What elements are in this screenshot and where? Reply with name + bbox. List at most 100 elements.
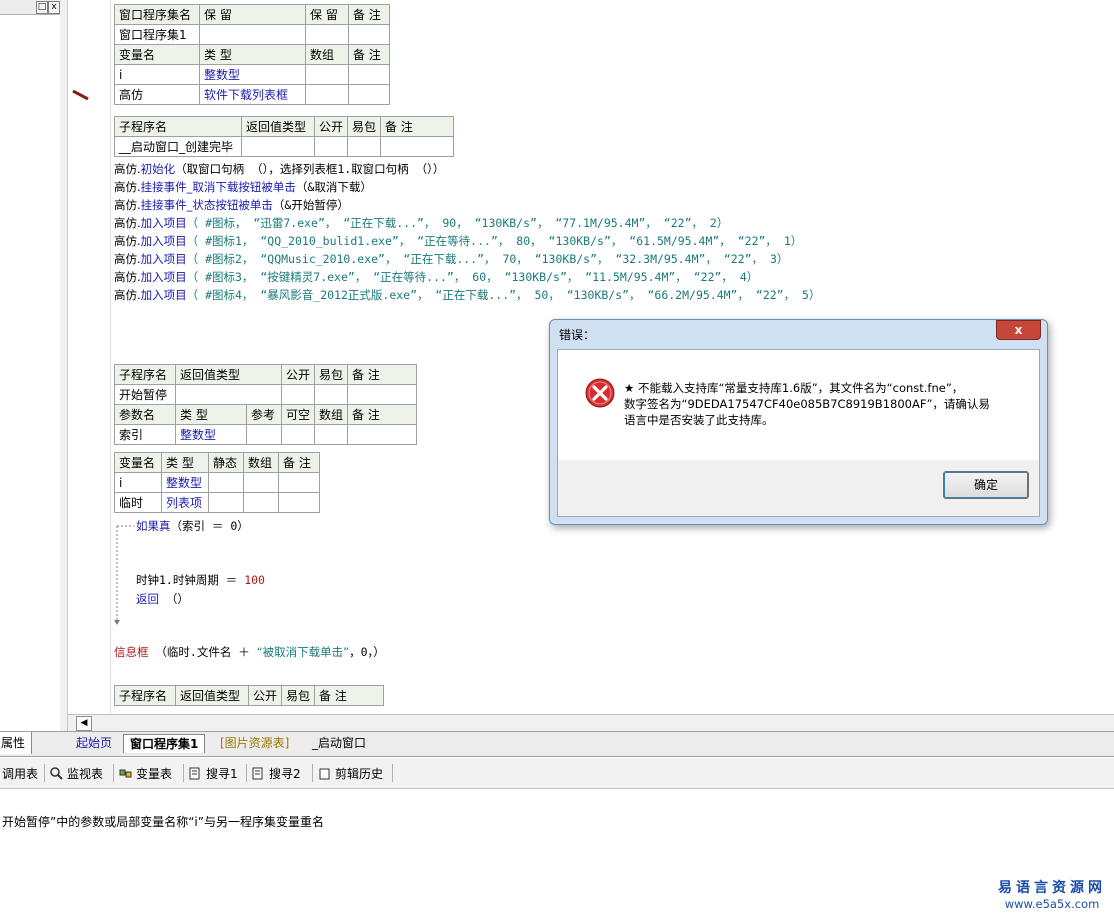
- code-args: （索引 ＝ 0）: [170, 519, 249, 533]
- variables-icon: [119, 769, 132, 778]
- header-cell: 公开: [280, 364, 316, 385]
- table-cell[interactable]: [175, 384, 282, 405]
- table-cell[interactable]: [347, 384, 418, 405]
- code-line[interactable]: 高仿.挂接事件_状态按钮被单击（&开始暂停）: [114, 197, 349, 213]
- table-cell[interactable]: [314, 424, 349, 445]
- error-icon: [585, 378, 615, 408]
- table-cell[interactable]: [348, 84, 390, 105]
- type-cell[interactable]: 软件下载列表框: [199, 84, 306, 105]
- table-cell[interactable]: [280, 384, 316, 405]
- code-args: （&开始暂停）: [272, 198, 349, 212]
- table-cell[interactable]: [243, 472, 279, 493]
- editor-gutter: [68, 0, 111, 714]
- code-line[interactable]: 高仿.加入项目（ #图标3， “按键精灵7.exe”， “正在等待...”， 6…: [114, 269, 758, 285]
- clip-history-button[interactable]: 剪辑历史: [318, 765, 383, 783]
- table-cell[interactable]: [246, 424, 282, 445]
- header-cell: 参数名: [114, 404, 176, 425]
- bottom-toolbar: 调用表 监视表 变量表 搜寻1 搜寻2 剪辑历史: [0, 758, 1114, 789]
- type-cell[interactable]: 整数型: [175, 424, 247, 445]
- table-cell[interactable]: [347, 136, 382, 157]
- table-cell[interactable]: [314, 384, 349, 405]
- table-cell[interactable]: [280, 424, 316, 445]
- code-args: （&取消下载）: [295, 180, 372, 194]
- call-table-button[interactable]: 调用表: [2, 765, 38, 783]
- tab-properties[interactable]: 属性: [0, 732, 32, 754]
- left-panel-scrollbar[interactable]: [60, 0, 68, 734]
- table-cell[interactable]: [305, 24, 349, 45]
- code-line[interactable]: 返回 （）: [136, 591, 189, 607]
- scroll-left-button[interactable]: ◀: [76, 716, 92, 731]
- code-method: 挂接事件_取消下载按钮被单击: [140, 180, 296, 194]
- var-table-button[interactable]: 变量表: [119, 765, 172, 783]
- search2-button[interactable]: 搜寻2: [252, 765, 301, 783]
- table-cell[interactable]: 高仿: [114, 84, 200, 105]
- type-cell[interactable]: 列表项: [161, 492, 209, 513]
- table-cell[interactable]: 临时: [114, 492, 162, 513]
- header-cell: 参考: [246, 404, 282, 425]
- ok-button[interactable]: 确定: [943, 471, 1029, 499]
- subroutine-name-cell[interactable]: __启动窗口_创建完毕: [114, 136, 242, 157]
- table-cell[interactable]: [348, 24, 390, 45]
- table-cell[interactable]: [243, 492, 279, 513]
- clipboard-icon: [319, 768, 330, 780]
- type-cell[interactable]: 整数型: [199, 64, 306, 85]
- header-cell: 静态: [208, 452, 244, 473]
- dialog-close-button[interactable]: x: [996, 320, 1041, 340]
- close-panel-button[interactable]: x: [48, 1, 60, 14]
- tab-image-resources[interactable]: [图片资源表]: [214, 734, 295, 752]
- dialog-message-line: 数字签名为“9DEDA17547CF40e085B7C8919B1800AF”，…: [624, 397, 990, 411]
- code-line[interactable]: 信息框 （临时.文件名 ＋ “被取消下载单击”，0，）: [114, 644, 385, 660]
- code-line[interactable]: 高仿.初始化（取窗口句柄 （），选择列表框1.取窗口句柄 （））: [114, 161, 444, 177]
- tab-start-page[interactable]: 起始页: [70, 734, 118, 752]
- table-cell[interactable]: [199, 24, 306, 45]
- header-cell: 窗口程序集名: [114, 4, 200, 25]
- table-cell[interactable]: [208, 492, 244, 513]
- left-panel-header: □ x: [0, 0, 60, 15]
- code-line[interactable]: 高仿.挂接事件_取消下载按钮被单击（&取消下载）: [114, 179, 372, 195]
- table-cell[interactable]: [208, 472, 244, 493]
- table-cell[interactable]: [278, 492, 320, 513]
- table-cell[interactable]: [305, 84, 349, 105]
- code-line[interactable]: 如果真（索引 ＝ 0）: [136, 518, 249, 534]
- code-args: （临时.文件名 ＋: [148, 645, 257, 659]
- header-cell: 类 型: [199, 44, 306, 65]
- search1-button[interactable]: 搜寻1: [189, 765, 238, 783]
- header-cell: 返回值类型: [175, 685, 249, 706]
- table-cell[interactable]: [348, 64, 390, 85]
- assembly-name-cell[interactable]: 窗口程序集1: [114, 24, 200, 45]
- header-cell: 备 注: [347, 364, 418, 385]
- code-line[interactable]: 高仿.加入项目（ #图标1， “QQ_2010_bulid1.exe”， “正在…: [114, 233, 802, 249]
- code-line[interactable]: 高仿.加入项目（ #图标4， “暴风影音_2012正式版.exe”， “正在下载…: [114, 287, 820, 303]
- table-cell[interactable]: [241, 136, 315, 157]
- header-cell: 易包: [281, 685, 316, 706]
- header-cell: 子程序名: [114, 364, 176, 385]
- table-cell[interactable]: i: [114, 64, 200, 85]
- horizontal-scrollbar[interactable]: ◀: [68, 714, 1114, 731]
- table-cell[interactable]: [278, 472, 320, 493]
- code-line[interactable]: 高仿.加入项目（ #图标， “迅雷7.exe”， “正在下载...”， 90， …: [114, 215, 728, 231]
- table-cell[interactable]: [347, 424, 418, 445]
- tab-startup-window[interactable]: _启动窗口: [306, 734, 372, 752]
- var-table-label: 变量表: [136, 767, 173, 781]
- header-cell: 类 型: [175, 404, 247, 425]
- header-cell: 保 留: [305, 4, 349, 25]
- tab-window-assembly[interactable]: 窗口程序集1: [123, 734, 206, 753]
- table-cell[interactable]: [305, 64, 349, 85]
- search2-label: 搜寻2: [269, 767, 301, 781]
- type-cell[interactable]: 整数型: [161, 472, 209, 493]
- code-keyword: 返回: [136, 592, 159, 606]
- restore-button[interactable]: □: [36, 1, 48, 14]
- table-cell[interactable]: [313, 136, 349, 157]
- subroutine-name-cell[interactable]: 开始暂停: [114, 384, 176, 405]
- table-cell[interactable]: [380, 136, 455, 157]
- flow-line-icon: [114, 525, 134, 625]
- table-cell[interactable]: i: [114, 472, 162, 493]
- param-name-cell[interactable]: 索引: [114, 424, 176, 445]
- local-variable-table: 变量名 类 型 静态 数组 备 注 i 整数型 临时 列表项: [114, 452, 320, 513]
- header-cell: 备 注: [278, 452, 320, 473]
- monitor-button[interactable]: 监视表: [50, 765, 103, 783]
- header-cell: 数组: [243, 452, 279, 473]
- monitor-label: 监视表: [67, 767, 104, 781]
- code-line[interactable]: 时钟1.时钟周期 ＝ 100: [136, 572, 265, 588]
- code-line[interactable]: 高仿.加入项目（ #图标2， “QQMusic_2010.exe”， “正在下载…: [114, 251, 788, 267]
